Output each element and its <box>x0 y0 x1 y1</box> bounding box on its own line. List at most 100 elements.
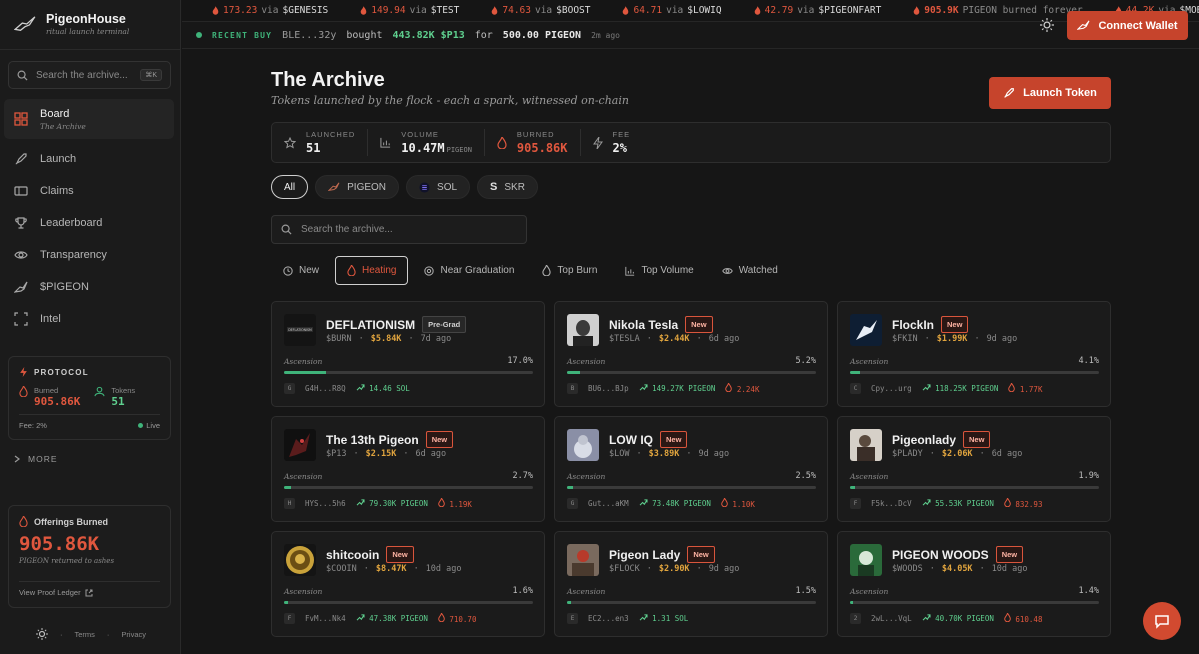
token-card[interactable]: PIGEON WOODS New $WOODS · $4.05K · 10d ago Asce… <box>837 531 1111 637</box>
bar-chart-icon <box>380 137 391 148</box>
token-card[interactable]: Pigeon Lady New $FLOCK · $2.90K · 9d ago Ascens… <box>554 531 828 637</box>
token-name: DEFLATIONISM Pre-Grad <box>326 316 467 333</box>
tab-label: Top Volume <box>641 265 694 276</box>
ascension-progress <box>284 601 533 604</box>
tab-label: Heating <box>362 265 397 276</box>
tab-new[interactable]: New <box>271 256 331 285</box>
sidebar-item-claims[interactable]: Claims <box>4 175 174 207</box>
token-card[interactable]: LOW IQ New $LOW · $3.89K · 9d ago Ascension 2.5%… <box>554 416 828 522</box>
token-age: 6d ago <box>415 449 447 459</box>
tab-top-volume[interactable]: Top Volume <box>613 256 705 285</box>
chip-skr[interactable]: S SKR <box>477 175 538 199</box>
recent-buy-for: for <box>474 29 493 41</box>
ticker-item[interactable]: 149.94 via $TEST <box>360 5 459 16</box>
token-card[interactable]: shitcooin New $COOIN · $8.47K · 10d ago Ascensi… <box>271 531 545 637</box>
token-mcap: $1.99K <box>936 334 968 344</box>
token-name-text: Pigeonlady <box>892 432 957 447</box>
pigeon-logo-icon <box>14 16 36 31</box>
dev-address[interactable]: FvM...Nk4 <box>305 614 346 623</box>
dev-address[interactable]: F5k...DcV <box>871 499 912 508</box>
protocol-burned-value: 905.86K <box>34 395 81 408</box>
sort-tabs: New Heating Near Graduation Top Burn Top… <box>271 256 790 285</box>
token-ticker: $COOIN <box>326 564 357 574</box>
ascension-progress <box>284 486 533 489</box>
archive-search-input[interactable]: Search the archive... <box>271 215 527 244</box>
privacy-link[interactable]: Privacy <box>121 630 146 639</box>
stat-launched: LAUNCHED 51 <box>272 129 369 156</box>
sidebar-item-leaderboard[interactable]: Leaderboard <box>4 207 174 239</box>
sidebar-item-launch[interactable]: Launch <box>4 143 174 175</box>
chip-pigeon[interactable]: PIGEON <box>315 175 400 199</box>
theme-toggle-icon[interactable] <box>1040 18 1054 32</box>
token-name: shitcooin New <box>326 546 414 563</box>
tab-label: Near Graduation <box>440 265 515 276</box>
dev-address[interactable]: EC2...en3 <box>588 614 629 623</box>
ticker-via: via <box>409 5 427 16</box>
trend-up-icon <box>356 499 365 506</box>
sidebar-item-label: Board <box>40 107 70 120</box>
flame-icon <box>1004 497 1011 508</box>
token-name: LOW IQ New <box>609 431 688 448</box>
tab-heating[interactable]: Heating <box>335 256 409 285</box>
view-proof-ledger-link[interactable]: View Proof Ledger <box>19 581 160 597</box>
sidebar-item-transparency[interactable]: Transparency <box>4 239 174 271</box>
ticker-item[interactable]: 74.63 via $BOOST <box>491 5 590 16</box>
connect-wallet-button[interactable]: Connect Wallet <box>1067 11 1188 40</box>
sidebar-item-pigeon[interactable]: $PIGEON <box>4 271 174 303</box>
sidebar-search-input[interactable]: Search the archive... ⌘K <box>8 61 171 89</box>
token-card[interactable]: FlockIn New $FKIN · $1.99K · 9d ago Ascension 4.… <box>837 301 1111 407</box>
token-card[interactable]: The 13th Pigeon New $P13 · $2.15K · 6d ago Asce… <box>271 416 545 522</box>
chip-sol[interactable]: SOL <box>406 175 471 199</box>
protocol-title: PROTOCOL <box>19 367 160 377</box>
status-badge: New <box>963 431 991 448</box>
ticker-item[interactable]: 64.71 via $LOWIQ <box>622 5 722 16</box>
protocol-panel: PROTOCOL Burned 905.86K Tokens 51 Fee: 2… <box>8 356 171 440</box>
ascension-label: Ascension <box>284 357 323 366</box>
dev-address[interactable]: Cpy...urg <box>871 384 912 393</box>
tab-near-graduation[interactable]: Near Graduation <box>412 256 526 285</box>
token-volume: 40.70K PIGEON <box>922 614 994 623</box>
token-card[interactable]: Pigeonlady New $PLADY · $2.06K · 6d ago Ascensi… <box>837 416 1111 522</box>
token-thumbnail <box>567 429 599 461</box>
ticker-item[interactable]: 173.23 via $GENESIS <box>212 5 328 16</box>
token-card[interactable]: DEFLATIONISM DEFLATIONISM Pre-Grad $BURN · $5… <box>271 301 545 407</box>
dev-address[interactable]: Gut...aKM <box>588 499 629 508</box>
ascension-percent: 2.7% <box>512 471 533 481</box>
bolt-icon <box>20 367 27 377</box>
protocol-burned: Burned 905.86K <box>19 386 80 408</box>
status-badge: New <box>687 546 715 563</box>
terms-link[interactable]: Terms <box>75 630 95 639</box>
sun-icon[interactable] <box>36 628 48 640</box>
more-toggle[interactable]: MORE <box>14 454 58 464</box>
dev-address[interactable]: BU6...BJp <box>588 384 629 393</box>
archive-search-placeholder: Search the archive... <box>301 224 393 235</box>
status-badge: Pre-Grad <box>422 316 467 333</box>
recent-buy-address[interactable]: BLE...32y <box>282 30 336 41</box>
tab-watched[interactable]: Watched <box>710 256 790 285</box>
token-mcap: $4.05K <box>941 564 973 574</box>
launch-token-button[interactable]: Launch Token <box>989 77 1111 109</box>
grid-icon <box>14 112 28 126</box>
token-mcap: $2.06K <box>941 449 973 459</box>
meta-separator: · <box>696 334 702 344</box>
meta-separator: · <box>646 564 652 574</box>
dev-address[interactable]: 2wL...VqL <box>871 614 912 623</box>
dev-avatar: 2 <box>850 613 861 624</box>
live-dot <box>196 32 202 38</box>
bolt-icon <box>592 136 603 149</box>
token-card[interactable]: Nikola Tesla New $TESLA · $2.44K · 6d ago Ascen… <box>554 301 828 407</box>
brand[interactable]: PigeonHouse ritual launch terminal <box>14 12 129 36</box>
sidebar-item-intel[interactable]: Intel <box>4 303 174 335</box>
search-icon <box>281 224 292 235</box>
chip-all[interactable]: All <box>271 175 309 199</box>
protocol-tokens: Tokens 51 <box>94 386 135 408</box>
tab-top-burn[interactable]: Top Burn <box>530 256 609 285</box>
token-name-text: PIGEON WOODS <box>892 547 989 562</box>
ticker-item[interactable]: 42.79 via $PIGEONFART <box>754 5 881 16</box>
dev-address[interactable]: HYS...5h6 <box>305 499 346 508</box>
sidebar-item-board[interactable]: Board The Archive <box>4 99 174 139</box>
chevron-right-icon <box>14 455 20 463</box>
launch-token-label: Launch Token <box>1023 87 1097 99</box>
dev-address[interactable]: G4H...R8Q <box>305 384 346 393</box>
chat-button[interactable] <box>1143 602 1181 640</box>
